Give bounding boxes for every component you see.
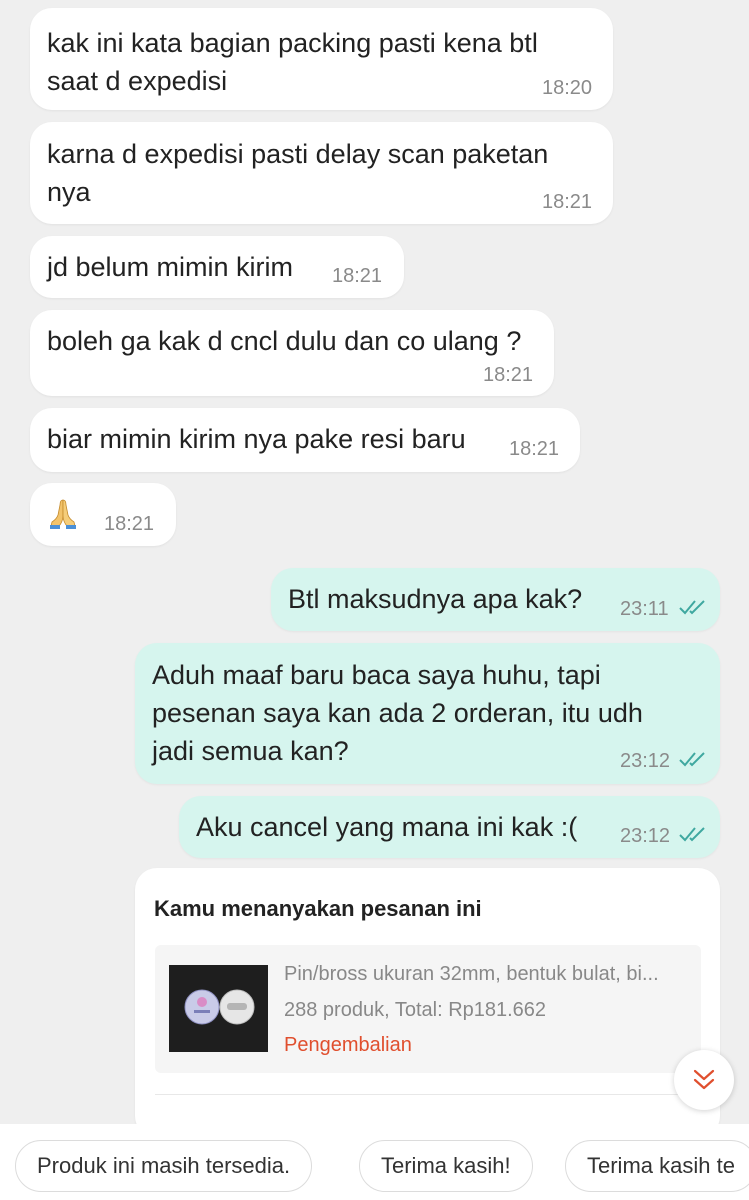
- scroll-down-button[interactable]: [674, 1050, 734, 1110]
- order-status: Pengembalian: [284, 1034, 412, 1056]
- product-thumbnail: [169, 965, 268, 1052]
- message-bubble[interactable]: Aduh maaf baru baca saya huhu, tapi pese…: [135, 643, 720, 784]
- message-text: Aku cancel yang mana ini kak :(: [196, 812, 578, 842]
- quick-reply-chip[interactable]: Terima kasih!: [359, 1140, 533, 1192]
- message-text: kak ini kata bagian packing pasti kena b…: [47, 28, 538, 96]
- card-title: Kamu menanyakan pesanan ini: [154, 896, 482, 921]
- quick-replies-bar: Produk ini masih tersedia. Terima kasih!…: [0, 1124, 749, 1200]
- message-bubble[interactable]: Aku cancel yang mana ini kak :( 23:12: [179, 796, 720, 858]
- message-bubble[interactable]: karna d expedisi pasti delay scan paketa…: [30, 122, 613, 224]
- read-ticks-icon: [679, 752, 705, 767]
- message-bubble[interactable]: kak ini kata bagian packing pasti kena b…: [30, 8, 613, 110]
- message-time: 23:12: [620, 750, 671, 772]
- quick-reply-chip[interactable]: Terima kasih te: [565, 1140, 749, 1192]
- message-bubble[interactable]: Btl maksudnya apa kak? 23:11: [271, 568, 720, 631]
- read-ticks-icon: [679, 827, 705, 842]
- product-image-icon: [184, 989, 255, 1025]
- message-bubble[interactable]: jd belum mimin kirim 18:21: [30, 236, 404, 298]
- folded-hands-icon: [50, 499, 76, 529]
- message-text: Btl maksudnya apa kak?: [288, 584, 583, 614]
- product-inquiry-card: Kamu menanyakan pesanan ini Pin/bross uk…: [135, 868, 720, 1138]
- message-bubble[interactable]: 18:21: [30, 483, 176, 546]
- product-name: Pin/bross ukuran 32mm, bentuk bulat, bi.…: [284, 963, 659, 985]
- message-text: biar mimin kirim nya pake resi baru: [47, 424, 466, 454]
- message-text: karna d expedisi pasti delay scan paketa…: [47, 139, 549, 207]
- message-time: 18:21: [483, 364, 534, 386]
- double-chevron-down-icon: [693, 1069, 715, 1090]
- message-bubble[interactable]: biar mimin kirim nya pake resi baru 18:2…: [30, 408, 580, 472]
- message-text: jd belum mimin kirim: [47, 252, 294, 282]
- message-time: 18:21: [542, 191, 593, 213]
- divider: [155, 1094, 701, 1095]
- read-ticks-icon: [679, 600, 705, 615]
- message-text: boleh ga kak d cncl dulu dan co ulang ?: [47, 326, 522, 356]
- message-text: Aduh maaf baru baca saya huhu, tapi pese…: [152, 660, 643, 766]
- message-time: 18:21: [104, 513, 155, 535]
- product-summary: 288 produk, Total: Rp181.662: [284, 999, 547, 1021]
- quick-reply-chip[interactable]: Produk ini masih tersedia.: [15, 1140, 313, 1192]
- product-item[interactable]: Pin/bross ukuran 32mm, bentuk bulat, bi.…: [155, 945, 701, 1073]
- message-time: 23:11: [620, 598, 669, 620]
- message-time: 18:21: [332, 265, 383, 287]
- message-time: 18:21: [509, 438, 560, 460]
- message-bubble[interactable]: boleh ga kak d cncl dulu dan co ulang ? …: [30, 310, 554, 396]
- message-time: 18:20: [542, 77, 593, 99]
- message-time: 23:12: [620, 825, 671, 847]
